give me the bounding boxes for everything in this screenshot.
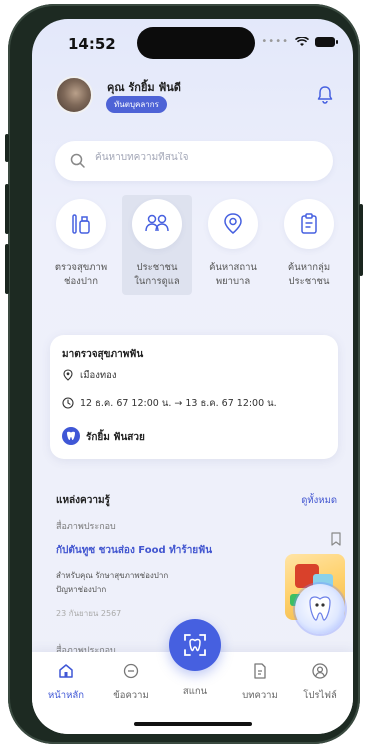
bookmark-icon[interactable]: [330, 532, 342, 546]
article-date: 23 กันยายน 2567: [56, 609, 122, 618]
quick-action-label: ค้นหาสถาน พยาบาล: [209, 262, 257, 287]
search-icon: [70, 153, 85, 168]
home-indicator: [134, 722, 252, 726]
quick-action-icon-bg: [56, 199, 106, 249]
signal-icon: ••••: [261, 36, 289, 47]
bell-icon[interactable]: [315, 85, 335, 105]
article-tag: ปัญหาช่องปาก: [56, 585, 107, 594]
quick-action-label: ค้นหากลุ่ม ประชาชน: [287, 262, 331, 287]
search-input[interactable]: [95, 152, 315, 163]
appointment-location: เมืองทอง: [80, 370, 117, 381]
status-icons: ••••: [261, 36, 338, 47]
tab-profile[interactable]: โปรไฟล์: [290, 662, 350, 703]
side-button: [5, 244, 9, 294]
people-icon: [145, 214, 169, 232]
scan-tooth-icon: [184, 634, 206, 656]
status-bar: 14:52 ••••: [32, 19, 353, 59]
tab-home[interactable]: หน้าหลัก: [36, 662, 96, 703]
quick-action-icon-bg: [132, 199, 182, 249]
app-screen: 14:52 •••• คุณ รักยิ้ม ฟันดี ทันตบุคลากร: [32, 19, 353, 734]
tab-label: บทความ: [242, 690, 278, 701]
article-title: กัปตันทูซ ชวนส่อง Food ทำร้ายฟัน: [56, 545, 213, 556]
quick-actions: ตรวจสุขภาพ ช่องปาก ประชาชน ในการดูแล ค้น…: [42, 195, 348, 319]
phone-frame: 14:52 •••• คุณ รักยิ้ม ฟันดี ทันตบุคลากร: [5, 4, 363, 744]
quick-action-icon-bg: [208, 199, 258, 249]
quick-action-icon-bg: [284, 199, 334, 249]
appointment-title: มาตรวจสุขภาพฟัน: [62, 349, 144, 360]
appointment-host: รักยิ้ม ฟันสวย: [86, 432, 145, 443]
tab-label: โปรไฟล์: [303, 690, 337, 701]
battery-icon: [315, 36, 338, 47]
scan-button[interactable]: [169, 619, 221, 671]
tooth-mascot-icon: [309, 596, 331, 621]
article-category: สื่อภาพประกอบ: [56, 522, 116, 532]
appointment-card[interactable]: มาตรวจสุขภาพฟัน เมืองทอง 12 ธ.ค. 67 12:0…: [50, 335, 338, 459]
section-title: แหล่งความรู้: [56, 495, 110, 506]
quick-action-label: ประชาชน ในการดูแล: [134, 262, 180, 287]
user-name: คุณ รักยิ้ม ฟันดี: [107, 81, 181, 94]
tab-label: ข้อความ: [113, 690, 149, 701]
tab-label: สแกน: [182, 686, 208, 697]
location-pin-icon: [63, 369, 73, 381]
quick-action-oral-check[interactable]: ตรวจสุขภาพ ช่องปาก: [46, 199, 116, 289]
tab-messages[interactable]: ข้อความ: [101, 662, 161, 703]
clipboard-icon: [301, 213, 317, 234]
home-icon: [59, 664, 73, 678]
mascot-bubble[interactable]: [295, 584, 345, 634]
wifi-icon: [295, 36, 309, 46]
quick-action-find-group[interactable]: ค้นหากลุ่ม ประชาชน: [274, 199, 344, 289]
side-button: [359, 204, 363, 276]
dynamic-island: [137, 27, 255, 59]
host-avatar: [62, 427, 80, 445]
article-tag: สำหรับคุณ รักษาสุขภาพช่องปาก: [56, 571, 169, 580]
side-button: [5, 184, 9, 234]
quick-action-patients[interactable]: ประชาชน ในการดูแล: [122, 195, 192, 295]
clock-icon: [62, 397, 74, 409]
location-icon: [224, 213, 242, 234]
document-icon: [254, 663, 266, 679]
quick-action-label: ตรวจสุขภาพ ช่องปาก: [54, 262, 108, 287]
search-bar[interactable]: [55, 141, 333, 181]
tab-label: หน้าหลัก: [48, 690, 84, 701]
role-badge: ทันตบุคลากร: [106, 96, 167, 113]
avatar[interactable]: [55, 76, 93, 114]
profile-header: คุณ รักยิ้ม ฟันดี ทันตบุคลากร: [52, 76, 333, 116]
user-icon: [312, 663, 328, 679]
chat-icon: [123, 663, 139, 679]
tab-articles[interactable]: บทความ: [230, 662, 290, 703]
side-button: [5, 134, 9, 162]
status-time: 14:52: [68, 35, 116, 53]
toothbrush-icon: [72, 214, 90, 234]
appointment-date-range: 12 ธ.ค. 67 12:00 น. → 13 ธ.ค. 67 12:00 น…: [80, 398, 277, 409]
quick-action-find-clinic[interactable]: ค้นหาสถาน พยาบาล: [198, 199, 268, 289]
see-all-link[interactable]: ดูทั้งหมด: [301, 493, 337, 508]
tooth-icon: [67, 431, 75, 440]
